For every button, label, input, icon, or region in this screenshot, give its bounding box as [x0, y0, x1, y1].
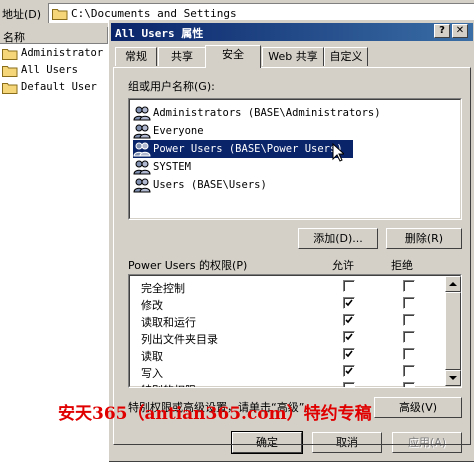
security-tab-panel: 组或用户名称(G): Administrators (BASE\Administ… — [113, 67, 471, 445]
add-button[interactable]: 添加(D)... — [298, 228, 378, 249]
permission-name: 特别的权限 — [141, 382, 196, 387]
scroll-thumb[interactable] — [445, 292, 461, 370]
close-icon: ✕ — [455, 25, 465, 36]
deny-checkbox[interactable] — [403, 297, 415, 309]
tab-security[interactable]: 安全 — [205, 45, 261, 68]
column-header-name[interactable]: 名称 — [0, 27, 108, 44]
permission-row: 修改 — [141, 295, 446, 312]
allow-checkbox[interactable] — [343, 382, 355, 387]
permission-row: 读取和运行 — [141, 312, 446, 329]
permission-name: 完全控制 — [141, 282, 185, 295]
folder-icon — [2, 48, 18, 60]
scroll-down-button[interactable] — [445, 370, 461, 386]
properties-dialog: All Users 属性 ? ✕ 常规 共享 安全 Web 共享 自定义 组或用… — [108, 20, 474, 462]
list-item[interactable]: Everyone — [133, 122, 423, 140]
allow-checkbox[interactable] — [343, 280, 355, 292]
watermark-text: 安天365（antian365.com）特约专稿 — [58, 404, 372, 424]
deny-header: 拒绝 — [391, 259, 413, 272]
address-path: C:\Documents and Settings — [71, 7, 237, 20]
folder-list-pane: 名称 Administrator All Users Default User — [0, 27, 109, 462]
allow-checkbox[interactable] — [343, 314, 355, 326]
allow-checkbox[interactable] — [343, 348, 355, 360]
permission-name: 读取和运行 — [141, 316, 196, 329]
deny-checkbox[interactable] — [403, 331, 415, 343]
list-item[interactable]: Administrators (BASE\Administrators) — [133, 104, 423, 122]
allow-header: 允许 — [332, 259, 354, 272]
user-group-icon — [133, 178, 151, 193]
user-group-icon — [133, 142, 151, 157]
address-label: 地址(D) — [2, 8, 42, 21]
mouse-cursor-icon — [332, 143, 344, 162]
help-icon: ? — [439, 25, 445, 36]
folder-icon — [2, 65, 18, 77]
permissions-label: Power Users 的权限(P) — [128, 259, 248, 272]
tab-general[interactable]: 常规 — [115, 47, 157, 66]
tab-sharing[interactable]: 共享 — [158, 47, 206, 66]
user-group-icon — [133, 106, 151, 121]
user-group-icon — [133, 160, 151, 175]
deny-checkbox[interactable] — [403, 348, 415, 360]
advanced-button[interactable]: 高级(V) — [374, 397, 462, 418]
permission-row: 写入 — [141, 363, 446, 380]
remove-button[interactable]: 删除(R) — [386, 228, 462, 249]
list-item-label: Administrator — [21, 47, 104, 59]
deny-checkbox[interactable] — [403, 382, 415, 387]
allow-checkbox[interactable] — [343, 331, 355, 343]
help-button[interactable]: ? — [434, 24, 450, 38]
permission-name: 列出文件夹目录 — [141, 333, 218, 346]
permission-row: 特别的权限 — [141, 380, 446, 387]
groups-listbox[interactable]: Administrators (BASE\Administrators) Eve… — [128, 98, 462, 220]
title-bar[interactable]: All Users 属性 ? ✕ — [111, 23, 473, 41]
permission-name: 写入 — [141, 367, 163, 380]
list-item-selected[interactable]: Power Users (BASE\Power Users) — [133, 140, 353, 158]
tab-web-sharing[interactable]: Web 共享 — [262, 47, 324, 66]
user-group-icon — [133, 124, 151, 139]
folder-icon — [52, 7, 68, 23]
tab-customize[interactable]: 自定义 — [324, 47, 368, 66]
permission-name: 读取 — [141, 350, 163, 363]
arrow-up-icon — [449, 282, 457, 286]
scroll-up-button[interactable] — [445, 276, 461, 292]
close-button[interactable]: ✕ — [452, 24, 468, 38]
folder-icon — [2, 82, 18, 94]
allow-checkbox[interactable] — [343, 365, 355, 377]
list-item[interactable]: Administrator — [2, 45, 103, 61]
permission-row: 读取 — [141, 346, 446, 363]
list-item[interactable]: SYSTEM — [133, 158, 423, 176]
deny-checkbox[interactable] — [403, 314, 415, 326]
permissions-scrollbar[interactable] — [445, 276, 461, 386]
allow-checkbox[interactable] — [343, 297, 355, 309]
arrow-down-icon — [449, 376, 457, 380]
list-item-label: Default User — [21, 81, 97, 93]
list-item-label: All Users — [21, 64, 78, 76]
groups-label: 组或用户名称(G): — [128, 80, 215, 93]
list-item[interactable]: All Users — [2, 62, 78, 78]
permission-row: 列出文件夹目录 — [141, 329, 446, 346]
list-item[interactable]: Users (BASE\Users) — [133, 176, 423, 194]
permission-name: 修改 — [141, 299, 163, 312]
permissions-list[interactable]: 完全控制修改读取和运行列出文件夹目录读取写入特别的权限 — [128, 274, 462, 388]
list-item[interactable]: Default User — [2, 79, 97, 95]
deny-checkbox[interactable] — [403, 365, 415, 377]
deny-checkbox[interactable] — [403, 280, 415, 292]
permission-row: 完全控制 — [141, 278, 446, 295]
dialog-title: All Users 属性 — [115, 27, 204, 40]
